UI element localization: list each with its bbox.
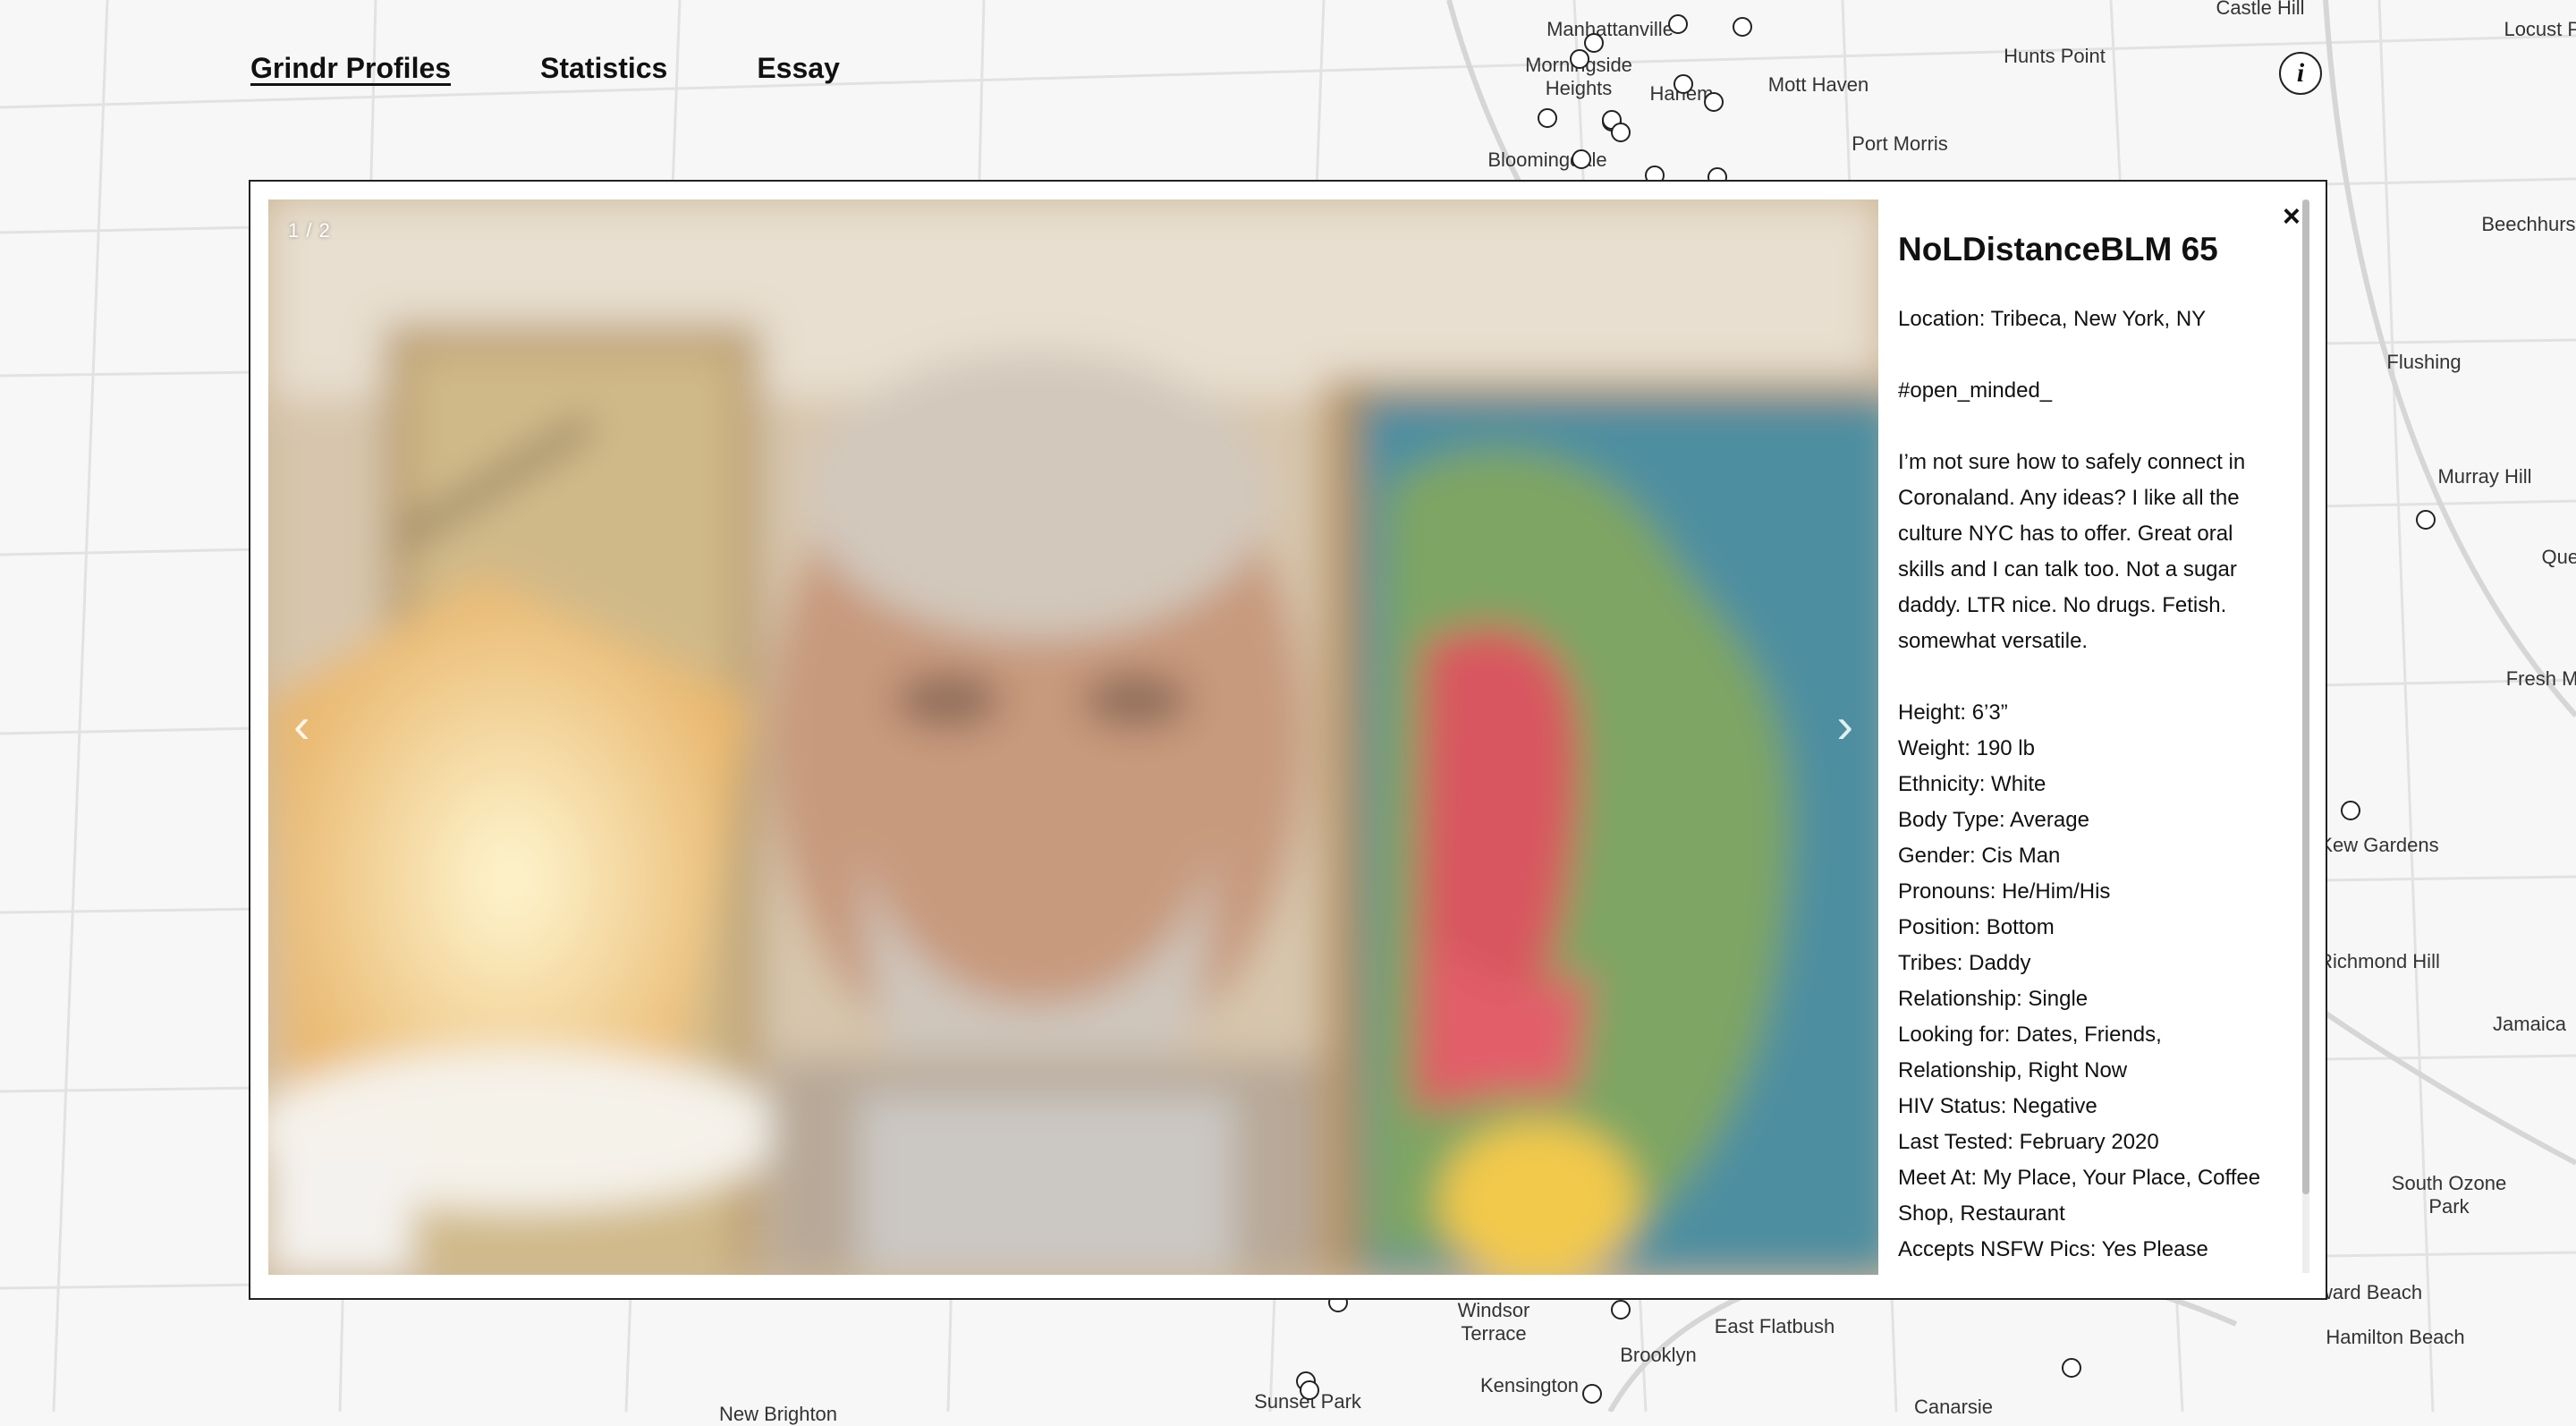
map-marker[interactable] — [1538, 108, 1557, 128]
attribute-ethnicity: Ethnicity: White — [1898, 772, 2046, 797]
map-label: Manhattanville — [1546, 18, 1674, 40]
attribute-body-type: Body Type: Average — [1898, 808, 2089, 833]
profile-bio: I’m not sure how to safely connect in Co… — [1898, 445, 2283, 659]
map-label: Flushing — [2386, 351, 2462, 373]
nav-essay[interactable]: Essay — [757, 52, 840, 85]
map-label: Hunts Point — [2004, 45, 2106, 67]
attribute-accepts-nsfw: Accepts NSFW Pics: Yes Please — [1898, 1237, 2208, 1262]
attribute-meet-at-cont: Shop, Restaurant — [1898, 1201, 2065, 1227]
map-label: Canarsie — [1913, 1396, 1994, 1418]
bio-line: culture NYC has to offer. Great oral — [1898, 522, 2233, 547]
attribute-pronouns: Pronouns: He/Him/His — [1898, 879, 2111, 904]
attribute-tribes: Tribes: Daddy — [1898, 951, 2031, 976]
map-label: Windsor Terrace — [1457, 1299, 1530, 1345]
nav-grindr-profiles[interactable]: Grindr Profiles — [250, 52, 451, 85]
info-icon[interactable]: i — [2279, 52, 2322, 95]
map-label: New Brighton — [718, 1403, 838, 1425]
bio-line: somewhat versatile. — [1898, 629, 2089, 654]
profile-attributes: Height: 6’3” Weight: 190 lb Ethnicity: W… — [1898, 695, 2283, 1268]
attribute-relationship: Relationship: Single — [1898, 987, 2089, 1012]
attribute-looking-for: Looking for: Dates, Friends, — [1898, 1023, 2162, 1048]
map-label: Locust Point — [2504, 18, 2576, 40]
map-label: Kew Gardens — [2319, 834, 2439, 856]
attribute-last-tested: Last Tested: February 2020 — [1898, 1130, 2159, 1155]
map-marker[interactable] — [1582, 1384, 1602, 1404]
slide-counter: 1 / 2 — [288, 219, 331, 242]
map-label: Kensington — [1479, 1374, 1580, 1396]
chevron-right-icon[interactable]: › — [1836, 700, 1853, 751]
map-label: Murray Hill — [2437, 465, 2532, 488]
attribute-hiv-status: HIV Status: Negative — [1898, 1094, 2097, 1119]
profile-name: NoLDistanceBLM 65 — [1898, 231, 2218, 267]
map-marker[interactable] — [2416, 510, 2436, 530]
attribute-gender: Gender: Cis Man — [1898, 844, 2061, 869]
map-marker[interactable] — [1584, 33, 1604, 53]
blurred-profile-photo — [268, 199, 1878, 1275]
map-label: Queens — [2541, 546, 2576, 568]
map-label: South Ozone Park — [2391, 1172, 2507, 1218]
map-label: Jamaica — [2493, 1013, 2566, 1035]
bio-line: Coronaland. Any ideas? I like all the — [1898, 486, 2240, 511]
map-marker[interactable] — [1611, 1300, 1631, 1320]
map-label: Richmond Hill — [2318, 950, 2440, 972]
map-marker[interactable] — [2062, 1358, 2081, 1378]
attribute-meet-at: Meet At: My Place, Your Place, Coffee — [1898, 1166, 2261, 1191]
attribute-position: Position: Bottom — [1898, 915, 2055, 940]
profile-location: Location: Tribeca, New York, NY — [1898, 307, 2207, 332]
map-marker[interactable] — [1611, 123, 1631, 142]
profile-photo-carousel[interactable]: 1 / 2 ‹ › — [268, 199, 1878, 1275]
map-label: Port Morris — [1852, 132, 1948, 155]
close-button[interactable]: × — [2283, 201, 2301, 232]
map-marker[interactable] — [1733, 17, 1752, 37]
map-marker[interactable] — [1570, 49, 1589, 69]
nav-statistics[interactable]: Statistics — [540, 52, 667, 85]
profile-modal: 1 / 2 ‹ › × NoLDistanceBLM 65 Location: … — [249, 180, 2327, 1300]
attribute-looking-for-cont: Relationship, Right Now — [1898, 1058, 2128, 1083]
map-marker[interactable] — [2341, 801, 2360, 820]
bio-line: skills and I can talk too. Not a sugar — [1898, 557, 2237, 582]
map-marker[interactable] — [1572, 149, 1591, 169]
scrollbar-thumb[interactable] — [2302, 199, 2309, 1194]
map-label: Mott Haven — [1767, 73, 1869, 96]
map-marker[interactable] — [1300, 1380, 1319, 1400]
map-label: Brooklyn — [1620, 1344, 1697, 1366]
chevron-left-icon[interactable]: ‹ — [293, 700, 310, 751]
bio-line: daddy. LTR nice. No drugs. Fetish. — [1898, 593, 2227, 618]
map-label: Castle Hill — [2216, 0, 2305, 19]
map-label: Hamilton Beach — [2326, 1326, 2465, 1348]
map-label: East Flatbush — [1714, 1315, 1835, 1337]
map-marker[interactable] — [1668, 14, 1688, 34]
bio-line: I’m not sure how to safely connect in — [1898, 450, 2246, 475]
map-marker[interactable] — [1704, 92, 1724, 112]
profile-details: NoLDistanceBLM 65 Location: Tribeca, New… — [1898, 230, 2283, 1268]
map-label: Beechhurst — [2481, 213, 2576, 235]
details-scrollbar[interactable] — [2302, 199, 2309, 1273]
attribute-weight: Weight: 190 lb — [1898, 736, 2035, 761]
top-navigation: Grindr Profiles Statistics Essay — [250, 52, 840, 85]
profile-tagline: #open_minded_ — [1898, 378, 2053, 403]
map-marker[interactable] — [1674, 74, 1693, 94]
attribute-height: Height: 6’3” — [1898, 700, 2008, 726]
map-label: Fresh Meadows — [2505, 667, 2576, 690]
